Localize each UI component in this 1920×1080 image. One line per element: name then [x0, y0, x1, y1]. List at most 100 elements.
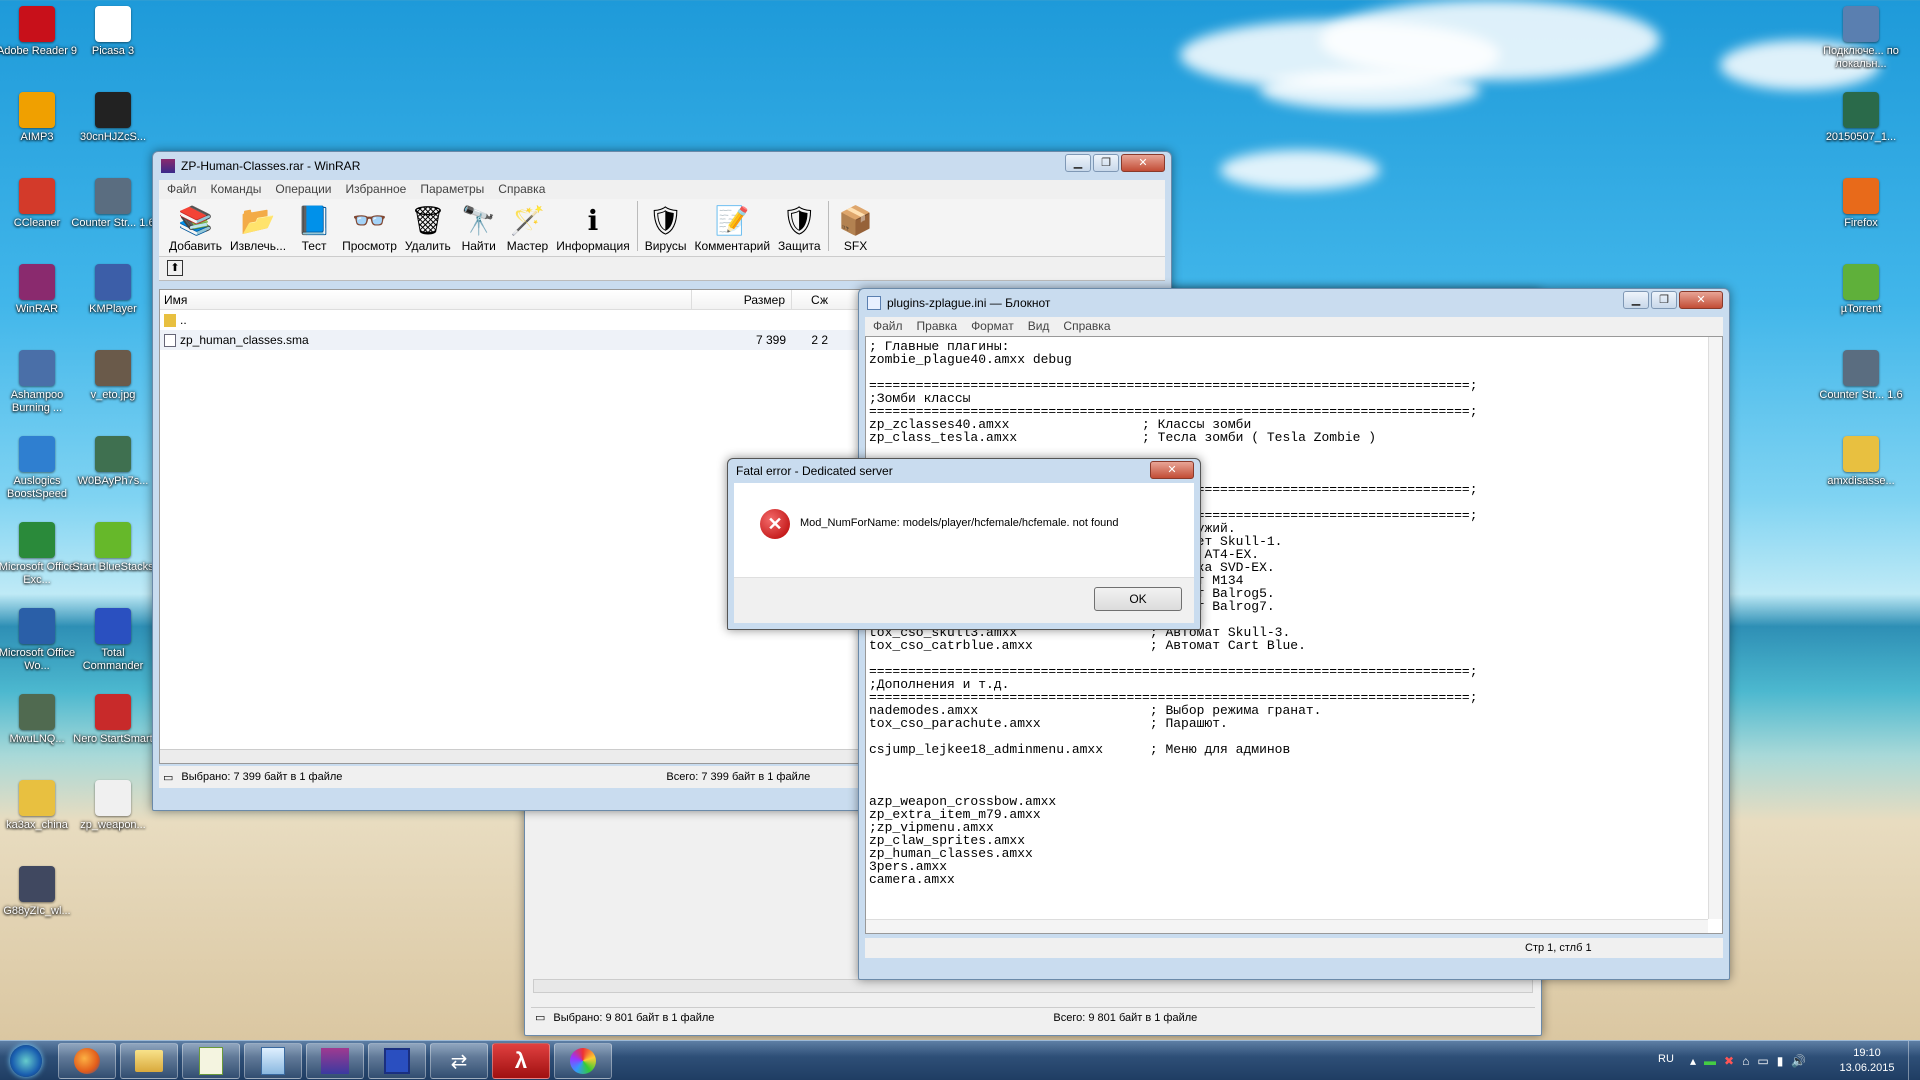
- taskbar-picasa[interactable]: [554, 1043, 612, 1079]
- language-indicator[interactable]: RU: [1658, 1053, 1674, 1065]
- desktop-icon-13[interactable]: Start BlueStacks: [70, 522, 156, 574]
- desktop-icon-18[interactable]: ka3ax_china: [0, 780, 80, 832]
- column-packed[interactable]: Сж: [792, 290, 832, 309]
- taskbar-notepad[interactable]: [244, 1043, 302, 1079]
- toolbar-button[interactable]: 🛡 Вирусы: [641, 201, 691, 254]
- close-button[interactable]: ✕: [1121, 154, 1165, 172]
- toolbar-button[interactable]: 🔭 Найти: [455, 201, 503, 254]
- desktop-icon-1[interactable]: Picasa 3: [70, 6, 156, 58]
- minimize-button[interactable]: ▁: [1065, 154, 1091, 172]
- title-bar[interactable]: plugins-zplague.ini — Блокнот: [859, 289, 1729, 317]
- desktop-icon-15[interactable]: Total Commander: [70, 608, 156, 673]
- signal-icon[interactable]: ▮: [1777, 1054, 1784, 1068]
- taskbar-hlds[interactable]: ⇄: [430, 1043, 488, 1079]
- start-button[interactable]: [4, 1041, 48, 1080]
- desktop-icon-11[interactable]: W0BAyPh7s...: [70, 436, 156, 488]
- network-icon[interactable]: ⌂: [1742, 1054, 1749, 1068]
- desktop-icon-20[interactable]: G88yZIc_wl...: [0, 866, 80, 918]
- row-name: ..: [180, 313, 187, 327]
- text-area[interactable]: ; Главные плагины: zombie_plague40.amxx …: [865, 336, 1723, 934]
- menu-item[interactable]: Вид: [1028, 319, 1050, 334]
- desktop-icon-9[interactable]: v_eto.jpg: [70, 350, 156, 402]
- error-dialog[interactable]: Fatal error - Dedicated server ✕ ✕ Mod_N…: [727, 458, 1201, 630]
- toolbar-button[interactable]: 📚 Добавить: [165, 201, 226, 254]
- column-size[interactable]: Размер: [692, 290, 792, 309]
- ok-button[interactable]: OK: [1094, 587, 1182, 611]
- toolbar-button[interactable]: 🛡 Защита: [774, 201, 825, 254]
- vertical-scrollbar[interactable]: [1708, 337, 1722, 919]
- desktop-icon-14[interactable]: Microsoft Office Wo...: [0, 608, 80, 673]
- menu-item[interactable]: Справка: [1063, 319, 1110, 334]
- desktop-icon-8[interactable]: Ashampoo Burning ...: [0, 350, 80, 415]
- close-button[interactable]: ✕: [1150, 461, 1194, 479]
- toolbar-button[interactable]: 📘 Тест: [290, 201, 338, 254]
- show-desktop-button[interactable]: [1908, 1041, 1920, 1080]
- menu-item[interactable]: Избранное: [346, 182, 407, 197]
- horizontal-scrollbar[interactable]: [533, 979, 1533, 993]
- desktop-icon-5[interactable]: amxdisasse...: [1818, 436, 1904, 488]
- menu-item[interactable]: Операции: [275, 182, 331, 197]
- desktop-icon-2[interactable]: AIMP3: [0, 92, 80, 144]
- desktop-icon-7[interactable]: KMPlayer: [70, 264, 156, 316]
- horizontal-scrollbar[interactable]: [866, 919, 1708, 933]
- toolbar-button[interactable]: 📂 Извлечь...: [226, 201, 290, 254]
- toolbar-button[interactable]: ℹ Информация: [552, 201, 633, 254]
- title-bar[interactable]: Fatal error - Dedicated server: [728, 459, 1200, 483]
- desktop-icon-1[interactable]: 20150507_1...: [1818, 92, 1904, 144]
- taskbar-winrar[interactable]: [306, 1043, 364, 1079]
- desktop-icon-16[interactable]: MwuLNQ...: [0, 694, 80, 746]
- taskbar-total-commander[interactable]: [368, 1043, 426, 1079]
- desktop-icon-3[interactable]: µTorrent: [1818, 264, 1904, 316]
- volume-icon[interactable]: 🔊: [1791, 1054, 1806, 1068]
- show-hidden-icons-icon[interactable]: ▴: [1690, 1054, 1696, 1068]
- minimize-button[interactable]: ▁: [1623, 291, 1649, 309]
- menu-item[interactable]: Команды: [211, 182, 262, 197]
- delete-icon: 🗑: [410, 204, 446, 236]
- desktop-icon-0[interactable]: Adobe Reader 9: [0, 6, 80, 58]
- menu-item[interactable]: Параметры: [420, 182, 484, 197]
- toolbar-button[interactable]: 📦 SFX: [832, 201, 880, 254]
- file-icon: [164, 333, 176, 347]
- taskbar-explorer[interactable]: [120, 1043, 178, 1079]
- desktop-icon-10[interactable]: Auslogics BoostSpeed: [0, 436, 80, 501]
- app-icon: [19, 6, 55, 42]
- desktop-icon-12[interactable]: Microsoft Office Exc...: [0, 522, 80, 587]
- desktop-icon-2[interactable]: Firefox: [1818, 178, 1904, 230]
- desktop-icon-3[interactable]: 30cnHJZcS...: [70, 92, 156, 144]
- menu-bar: Файл Правка Формат Вид Справка: [865, 317, 1723, 336]
- taskbar-half-life[interactable]: λ: [492, 1043, 550, 1079]
- menu-item[interactable]: Формат: [971, 319, 1014, 334]
- row-name: zp_human_classes.sma: [180, 333, 309, 347]
- menu-item[interactable]: Правка: [917, 319, 958, 334]
- toolbar-button[interactable]: 📝 Комментарий: [690, 201, 774, 254]
- toolbar-button[interactable]: 🪄 Мастер: [503, 201, 553, 254]
- desktop-icon-label: Adobe Reader 9: [0, 45, 78, 57]
- battery-icon[interactable]: ▬: [1704, 1054, 1716, 1068]
- antivirus-icon[interactable]: ✖: [1724, 1054, 1734, 1068]
- column-name[interactable]: Имя: [160, 290, 692, 309]
- taskbar-firefox[interactable]: [58, 1043, 116, 1079]
- desktop-icon-19[interactable]: zp_weapon...: [70, 780, 156, 832]
- maximize-button[interactable]: ❐: [1651, 291, 1677, 309]
- up-folder-icon[interactable]: ⬆: [167, 260, 183, 276]
- desktop-icon-label: Total Commander: [82, 647, 144, 672]
- maximize-button[interactable]: ❐: [1093, 154, 1119, 172]
- desktop-icon-4[interactable]: Counter Str... 1.6: [1818, 350, 1904, 402]
- toolbar-button[interactable]: 🗑 Удалить: [401, 201, 455, 254]
- desktop-icon-6[interactable]: WinRAR: [0, 264, 80, 316]
- status-icon: ▭: [535, 1012, 546, 1024]
- monitor-icon[interactable]: ▭: [1757, 1054, 1768, 1068]
- menu-item[interactable]: Справка: [498, 182, 545, 197]
- clock[interactable]: 19:10 13.06.2015: [1832, 1046, 1902, 1076]
- title-bar[interactable]: ZP-Human-Classes.rar - WinRAR: [153, 152, 1171, 180]
- toolbar-button[interactable]: 👓 Просмотр: [338, 201, 401, 254]
- desktop-icon-17[interactable]: Nero StartSmart: [70, 694, 156, 746]
- desktop-icon-5[interactable]: Counter Str... 1.6: [70, 178, 156, 230]
- menu-item[interactable]: Файл: [873, 319, 903, 334]
- desktop-icon-4[interactable]: CCleaner: [0, 178, 80, 230]
- menu-item[interactable]: Файл: [167, 182, 197, 197]
- close-button[interactable]: ✕: [1679, 291, 1723, 309]
- desktop-icon-0[interactable]: Подключе... по локальн...: [1818, 6, 1904, 71]
- notepad-window[interactable]: plugins-zplague.ini — Блокнот ▁ ❐ ✕ Файл…: [858, 288, 1730, 980]
- taskbar-notepadpp[interactable]: [182, 1043, 240, 1079]
